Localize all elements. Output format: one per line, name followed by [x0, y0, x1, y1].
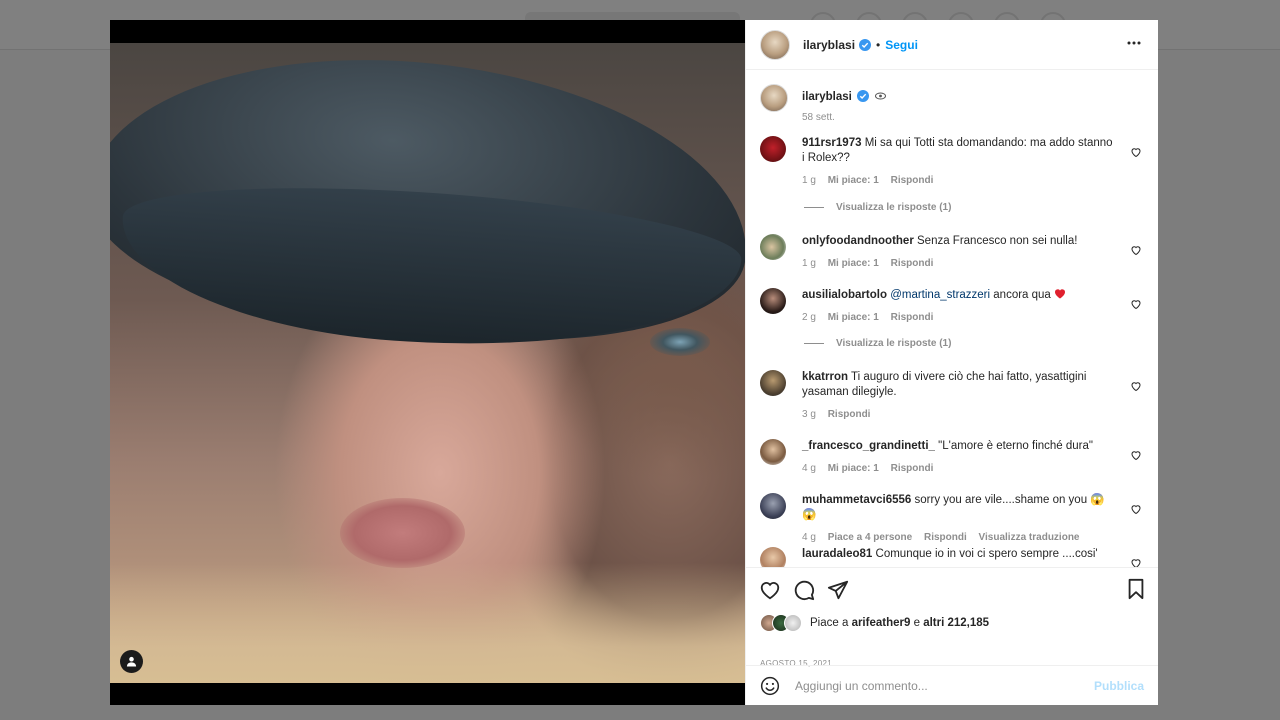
avatar[interactable]	[760, 136, 786, 162]
comment-time: 4 g	[802, 532, 816, 543]
verified-badge-icon	[859, 38, 872, 51]
caption-time: 58 sett.	[802, 112, 835, 123]
person-icon	[126, 656, 137, 667]
verified-badge-icon	[857, 90, 870, 102]
comment-text: "L'amore è eterno finché dura"	[938, 440, 1093, 452]
reply-button[interactable]: Rispondi	[891, 463, 934, 474]
avatar[interactable]	[760, 84, 788, 112]
save-icon[interactable]	[1126, 578, 1146, 605]
post-header: ilaryblasi • Segui	[746, 20, 1158, 70]
comment-username[interactable]: ausilialobartolo	[802, 289, 887, 301]
comment-username[interactable]: onlyfoodandnoother	[802, 235, 914, 247]
view-replies-button[interactable]: Visualizza le risposte (1)	[804, 202, 1158, 213]
like-comment-icon[interactable]	[1130, 146, 1142, 158]
add-comment-bar: Pubblica	[746, 665, 1158, 706]
comment-likes[interactable]: Mi piace: 1	[828, 312, 879, 323]
like-comment-icon[interactable]	[1130, 449, 1142, 461]
reply-button[interactable]: Rispondi	[828, 409, 871, 420]
avatar[interactable]	[760, 439, 786, 465]
avatar[interactable]	[760, 29, 790, 60]
like-comment-icon[interactable]	[1130, 557, 1142, 567]
comment-time: 1 g	[802, 175, 816, 186]
comment-text: ancora qua	[993, 289, 1051, 301]
post-author-username[interactable]: ilaryblasi	[803, 38, 855, 52]
liker-username[interactable]: arifeather9	[852, 617, 911, 629]
red-heart-emoji-icon	[1055, 289, 1066, 299]
reply-button[interactable]: Rispondi	[891, 175, 934, 186]
emoji-icon[interactable]	[760, 676, 780, 696]
avatar[interactable]	[760, 370, 786, 396]
comments-list[interactable]: ilaryblasi 58 sett. 911rsr1973 Mi sa qui…	[746, 70, 1158, 567]
share-icon[interactable]	[826, 578, 850, 602]
follow-button[interactable]: Segui	[885, 38, 918, 52]
tagged-users-button[interactable]	[120, 650, 143, 673]
post-image	[110, 43, 745, 683]
reply-button[interactable]: Rispondi	[924, 532, 967, 543]
comment-likes[interactable]: Mi piace: 1	[828, 258, 879, 269]
like-comment-icon[interactable]	[1130, 380, 1142, 392]
comment-time: 3 g	[802, 409, 816, 420]
avatar[interactable]	[760, 288, 786, 314]
comment-likes[interactable]: Mi piace: 1	[828, 175, 879, 186]
post-modal: ilaryblasi • Segui ilaryblasi 58 sett. 9…	[110, 20, 1158, 705]
reply-button[interactable]: Rispondi	[891, 258, 934, 269]
comment-likes[interactable]: Mi piace: 1	[828, 463, 879, 474]
avatar[interactable]	[784, 614, 802, 632]
reply-button[interactable]: Rispondi	[891, 312, 934, 323]
comment-mention[interactable]: @martina_strazzeri	[890, 289, 990, 301]
avatar[interactable]	[760, 234, 786, 260]
comment-time: 1 g	[802, 258, 816, 269]
comment-time: 2 g	[802, 312, 816, 323]
caption: ilaryblasi 58 sett.	[760, 84, 1144, 124]
comment-likes[interactable]: Piace a 4 persone	[828, 532, 913, 543]
like-icon[interactable]	[758, 578, 782, 602]
comment-time: 4 g	[802, 463, 816, 474]
comment-username[interactable]: lauradaleo81	[802, 548, 872, 560]
eye-icon	[875, 92, 887, 100]
post-side-panel: ilaryblasi • Segui ilaryblasi 58 sett. 9…	[745, 20, 1158, 705]
more-options-icon[interactable]	[1126, 35, 1142, 51]
comment-username[interactable]: muhammetavci6556	[802, 494, 911, 506]
comment-username[interactable]: _francesco_grandinetti_	[802, 440, 935, 452]
likes-count-link[interactable]: altri 212,185	[923, 617, 989, 629]
translate-button[interactable]: Visualizza traduzione	[979, 532, 1080, 543]
publish-button[interactable]: Pubblica	[1094, 679, 1144, 693]
caption-username[interactable]: ilaryblasi	[802, 91, 852, 103]
comment-username[interactable]: kkatrron	[802, 371, 848, 383]
post-actions: Piace a arifeather9 e altri 212,185 AGOS…	[746, 567, 1158, 678]
post-photo	[110, 20, 745, 705]
comment-input[interactable]	[793, 678, 1087, 694]
likes-summary: Piace a arifeather9 e altri 212,185	[760, 614, 989, 632]
comment-text: Senza Francesco non sei nulla!	[917, 235, 1078, 247]
view-replies-button[interactable]: Visualizza le risposte (1)	[804, 338, 1158, 349]
like-comment-icon[interactable]	[1130, 298, 1142, 310]
comment-icon[interactable]	[792, 578, 816, 602]
like-comment-icon[interactable]	[1130, 503, 1142, 515]
avatar[interactable]	[760, 547, 786, 567]
comment-text: Comunque io in voi ci spero sempre ....c…	[875, 548, 1098, 560]
avatar[interactable]	[760, 493, 786, 519]
like-comment-icon[interactable]	[1130, 244, 1142, 256]
comment-username[interactable]: 911rsr1973	[802, 137, 861, 149]
